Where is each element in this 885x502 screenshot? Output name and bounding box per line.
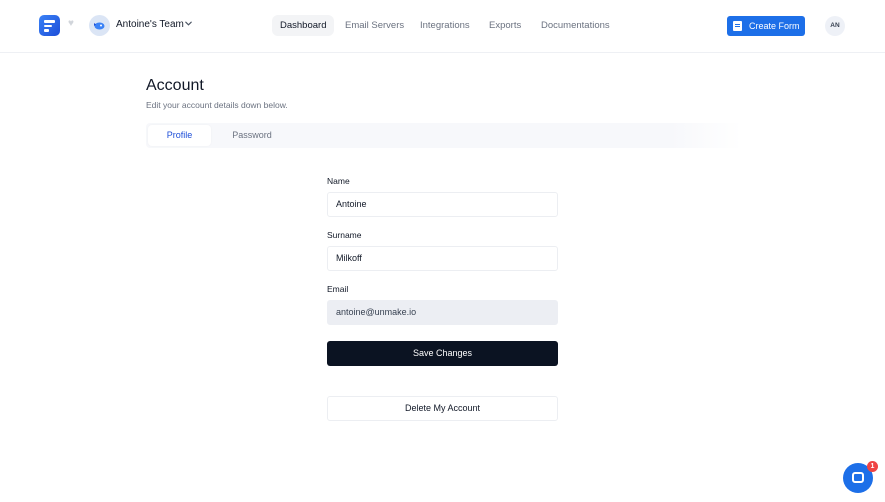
nav-documentations[interactable]: Documentations <box>541 15 610 36</box>
chevron-down-icon[interactable] <box>184 19 193 28</box>
app-logo-icon[interactable] <box>39 15 60 36</box>
account-tabs: Profile Password <box>146 123 742 148</box>
form-doc-icon <box>733 21 742 31</box>
user-avatar[interactable]: AN <box>825 16 845 36</box>
nav-integrations[interactable]: Integrations <box>420 15 470 36</box>
nav-exports[interactable]: Exports <box>489 15 521 36</box>
surname-field[interactable]: Milkoff <box>327 246 558 271</box>
chat-bubble-icon <box>852 472 864 483</box>
surname-label: Surname <box>327 230 362 240</box>
notification-badge: 1 <box>867 461 878 472</box>
top-navbar: ♥ Antoine's Team Dashboard Email Servers… <box>0 0 885 53</box>
create-form-button[interactable]: Create Form <box>727 16 805 36</box>
team-avatar-icon[interactable] <box>89 15 110 36</box>
save-changes-button[interactable]: Save Changes <box>327 341 558 366</box>
nav-dashboard[interactable]: Dashboard <box>272 15 335 36</box>
team-switcher-label[interactable]: Antoine's Team <box>116 19 184 30</box>
name-field[interactable]: Antoine <box>327 192 558 217</box>
tab-password[interactable]: Password <box>218 125 286 146</box>
page-subtitle: Edit your account details down below. <box>146 100 288 110</box>
page-title: Account <box>146 77 204 94</box>
delete-account-button[interactable]: Delete My Account <box>327 396 558 421</box>
tab-profile[interactable]: Profile <box>148 125 211 146</box>
chat-launcher-button[interactable]: 1 <box>843 461 878 493</box>
email-field: antoine@unmake.io <box>327 300 558 325</box>
email-label: Email <box>327 284 349 294</box>
nav-email-servers[interactable]: Email Servers <box>345 15 404 36</box>
create-form-label: Create Form <box>749 21 800 31</box>
name-label: Name <box>327 176 350 186</box>
heart-icon[interactable]: ♥ <box>68 19 78 29</box>
